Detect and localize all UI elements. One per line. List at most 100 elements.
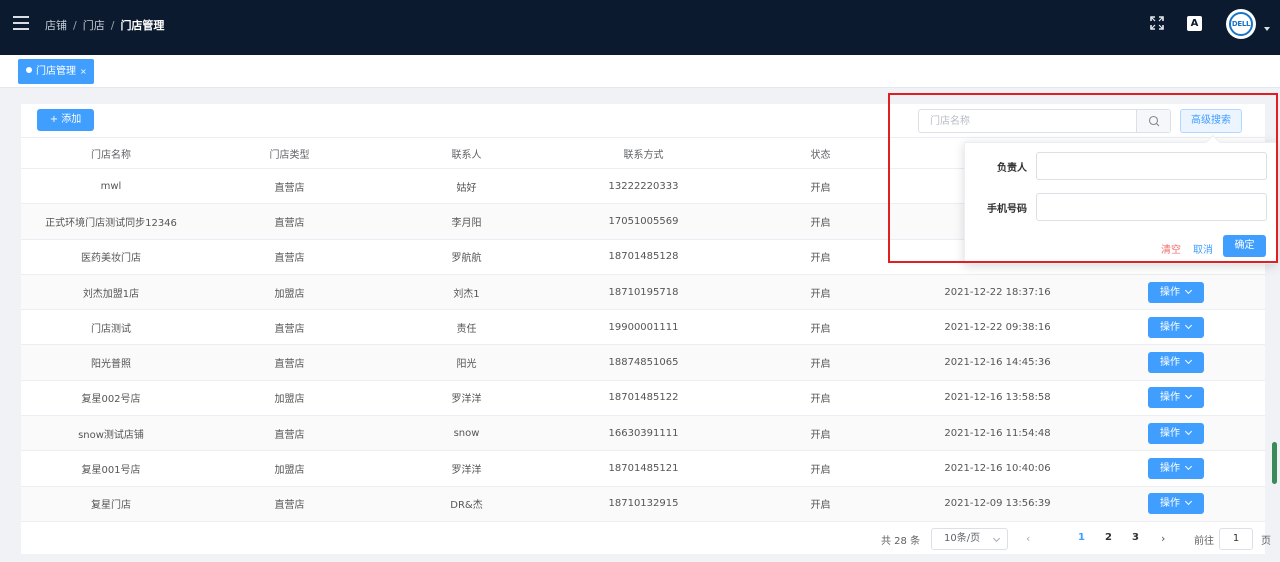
cancel-button[interactable]: 取消 bbox=[1193, 241, 1213, 256]
total-count: 共 28 条 bbox=[881, 536, 921, 547]
cell-name: snow测试店铺 bbox=[21, 415, 201, 452]
search-button[interactable] bbox=[1136, 110, 1170, 132]
table-row: 复星001号店 加盟店 罗洋洋 18701485121 开启 2021-12-1… bbox=[21, 450, 1265, 487]
chevron-down-icon bbox=[1184, 286, 1193, 294]
cell-contact: 责任 bbox=[378, 309, 555, 346]
phone-input[interactable] bbox=[1036, 193, 1267, 221]
table-row: snow测试店铺 直营店 snow 16630391111 开启 2021-12… bbox=[21, 415, 1265, 452]
table-row: 刘杰加盟1店 加盟店 刘杰1 18710195718 开启 2021-12-22… bbox=[21, 274, 1265, 311]
prev-page-button[interactable]: ‹ bbox=[1026, 532, 1030, 545]
cell-contact: 罗洋洋 bbox=[378, 380, 555, 417]
avatar[interactable]: DELL bbox=[1226, 9, 1256, 39]
action-dropdown-button[interactable]: 操作 bbox=[1147, 458, 1204, 480]
cell-name: 复星门店 bbox=[21, 486, 201, 522]
cell-phone: 19900001111 bbox=[555, 309, 732, 346]
cell-type: 直营店 bbox=[201, 415, 378, 452]
close-icon[interactable]: × bbox=[80, 67, 87, 76]
cell-time: 2021-12-09 13:56:39 bbox=[909, 486, 1086, 522]
tab-store-management[interactable]: 门店管理 × bbox=[18, 59, 94, 84]
cell-contact: 罗航航 bbox=[378, 239, 555, 275]
action-label: 操作 bbox=[1160, 321, 1180, 333]
cell-name: mwl bbox=[21, 168, 201, 205]
cell-phone: 18701485121 bbox=[555, 450, 732, 487]
add-button[interactable]: + 添加 bbox=[37, 109, 94, 131]
column-header: 联系人 bbox=[378, 137, 555, 169]
goto-page-input[interactable]: 1 bbox=[1219, 528, 1253, 550]
scrollbar-thumb[interactable] bbox=[1272, 442, 1277, 484]
page-2[interactable]: 2 bbox=[1105, 532, 1112, 543]
search-input[interactable] bbox=[919, 110, 1137, 132]
breadcrumb-item[interactable]: 店铺 bbox=[45, 19, 67, 32]
cell-name: 医药美妆门店 bbox=[21, 239, 201, 275]
cell-name: 刘杰加盟1店 bbox=[21, 274, 201, 311]
cell-name: 门店测试 bbox=[21, 309, 201, 346]
column-header: 联系方式 bbox=[555, 137, 732, 169]
breadcrumb-current: 门店管理 bbox=[120, 19, 165, 32]
cell-type: 加盟店 bbox=[201, 450, 378, 487]
next-page-button[interactable]: › bbox=[1161, 532, 1165, 545]
cell-name: 复星001号店 bbox=[21, 450, 201, 487]
table-row: 复星002号店 加盟店 罗洋洋 18701485122 开启 2021-12-1… bbox=[21, 380, 1265, 417]
cell-phone: 18710132915 bbox=[555, 486, 732, 522]
chevron-down-icon bbox=[992, 534, 1001, 543]
cell-action: 操作 bbox=[1086, 344, 1265, 381]
cell-time: 2021-12-16 10:40:06 bbox=[909, 450, 1086, 487]
cell-phone: 16630391111 bbox=[555, 415, 732, 452]
action-label: 操作 bbox=[1160, 286, 1180, 298]
table-row: 复星门店 直营店 DR&杰 18710132915 开启 2021-12-09 … bbox=[21, 486, 1265, 522]
cell-contact: snow bbox=[378, 415, 555, 452]
advanced-search-button[interactable]: 高级搜索 bbox=[1180, 109, 1242, 133]
page-size-value: 10条/页 bbox=[944, 533, 981, 544]
font-size-icon[interactable]: A bbox=[1187, 16, 1202, 31]
chevron-down-icon bbox=[1184, 357, 1193, 365]
cell-contact: 刘杰1 bbox=[378, 274, 555, 311]
cell-time: 2021-12-22 09:38:16 bbox=[909, 309, 1086, 346]
clear-button[interactable]: 清空 bbox=[1161, 241, 1181, 256]
action-dropdown-button[interactable]: 操作 bbox=[1147, 352, 1204, 374]
cell-phone: 18701485128 bbox=[555, 239, 732, 275]
chevron-down-icon[interactable] bbox=[1264, 27, 1270, 31]
advanced-search-popover: 负责人 手机号码 清空 取消 确定 bbox=[964, 134, 1277, 264]
cell-type: 直营店 bbox=[201, 344, 378, 381]
cell-action: 操作 bbox=[1086, 380, 1265, 417]
action-label: 操作 bbox=[1160, 392, 1180, 404]
cell-type: 加盟店 bbox=[201, 274, 378, 311]
cell-contact: 李月阳 bbox=[378, 203, 555, 240]
cell-status: 开启 bbox=[732, 415, 909, 452]
menu-icon[interactable] bbox=[13, 16, 29, 30]
cell-status: 开启 bbox=[732, 486, 909, 522]
cell-status: 开启 bbox=[732, 309, 909, 346]
cell-type: 直营店 bbox=[201, 168, 378, 205]
breadcrumb: 店铺 / 门店 / 门店管理 bbox=[45, 19, 165, 32]
action-dropdown-button[interactable]: 操作 bbox=[1147, 493, 1204, 515]
cell-status: 开启 bbox=[732, 380, 909, 417]
action-dropdown-button[interactable]: 操作 bbox=[1147, 316, 1204, 338]
cell-type: 直营店 bbox=[201, 486, 378, 522]
cell-contact: 阳光 bbox=[378, 344, 555, 381]
breadcrumb-item[interactable]: 门店 bbox=[83, 19, 105, 32]
cell-phone: 18874851065 bbox=[555, 344, 732, 381]
dell-logo-text: DELL bbox=[1229, 12, 1253, 36]
page-1[interactable]: 1 bbox=[1078, 532, 1085, 543]
page-3[interactable]: 3 bbox=[1132, 532, 1139, 543]
top-bar: 店铺 / 门店 / 门店管理 A DELL bbox=[0, 0, 1280, 55]
cell-status: 开启 bbox=[732, 239, 909, 275]
tab-bar: 门店管理 × bbox=[0, 55, 1280, 88]
confirm-button[interactable]: 确定 bbox=[1223, 235, 1266, 257]
action-dropdown-button[interactable]: 操作 bbox=[1147, 422, 1204, 444]
action-label: 操作 bbox=[1160, 463, 1180, 475]
cell-status: 开启 bbox=[732, 274, 909, 311]
cell-contact: 罗洋洋 bbox=[378, 450, 555, 487]
chevron-down-icon bbox=[1184, 462, 1193, 471]
fullscreen-icon[interactable] bbox=[1150, 16, 1164, 30]
cell-status: 开启 bbox=[732, 344, 909, 381]
cell-type: 直营店 bbox=[201, 309, 378, 346]
cell-time: 2021-12-16 11:54:48 bbox=[909, 415, 1086, 452]
owner-input[interactable] bbox=[1036, 152, 1267, 180]
page-size-select[interactable]: 10条/页 bbox=[931, 528, 1008, 550]
cell-time: 2021-12-16 13:58:58 bbox=[909, 380, 1086, 417]
action-dropdown-button[interactable]: 操作 bbox=[1147, 281, 1204, 303]
chevron-down-icon bbox=[1184, 427, 1193, 435]
action-dropdown-button[interactable]: 操作 bbox=[1147, 387, 1204, 409]
action-label: 操作 bbox=[1160, 498, 1180, 510]
